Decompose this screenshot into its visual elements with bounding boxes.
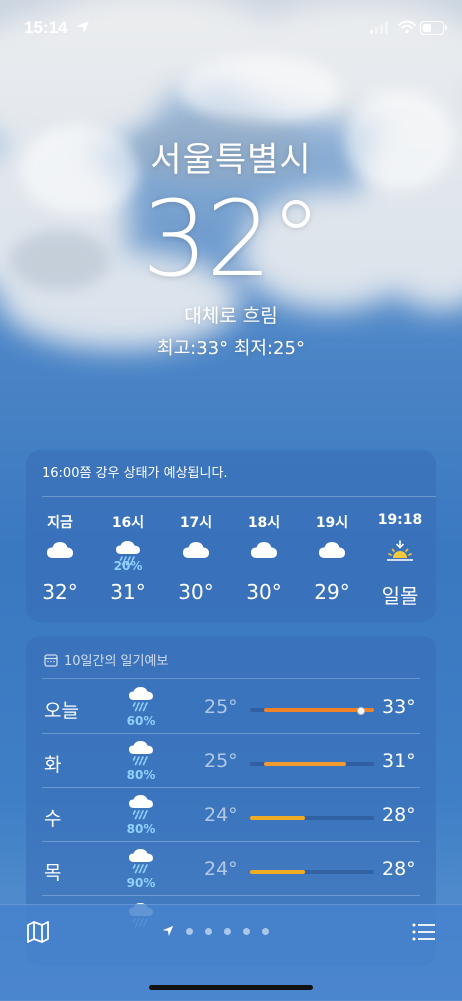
hour-temperature: 31° — [110, 580, 146, 604]
hourly-item: 16시 20% 31° — [94, 512, 162, 612]
map-icon[interactable] — [26, 921, 50, 943]
hour-temperature: 30° — [246, 580, 282, 604]
page-dot[interactable] — [262, 927, 269, 935]
hourly-forecast-card[interactable]: 16:00쯤 강우 상태가 예상됩니다. 지금 32° 16시 20% 31° 17시 30… — [26, 450, 436, 622]
temperature-range-bar — [250, 816, 374, 820]
hour-label: 18시 — [247, 515, 281, 531]
page-dot[interactable] — [186, 927, 193, 935]
day-label: 오늘 — [44, 700, 79, 722]
hour-temperature: 30° — [178, 580, 214, 604]
page-dot[interactable] — [224, 927, 231, 935]
cloud-rain-icon — [128, 740, 154, 770]
divider — [42, 496, 436, 497]
page-indicator[interactable] — [162, 925, 269, 937]
current-temperature: 32° — [141, 178, 322, 300]
high-temperature: 33° — [382, 696, 416, 718]
hour-label: 지금 — [47, 515, 73, 531]
day-label: 수 — [44, 808, 62, 830]
hourly-item: 19:18 일몰 — [366, 512, 434, 612]
current-weather: 서울특별시 32° 대체로 흐림 최고:33° 최저:25° — [0, 132, 462, 360]
page-dot[interactable] — [243, 927, 250, 935]
hour-label: 16시 — [111, 515, 145, 531]
precip-chance: 20% — [113, 559, 143, 573]
current-temp-dot — [357, 707, 366, 715]
hourly-item: 지금 32° — [26, 512, 94, 612]
temperature-range-fill — [250, 870, 306, 874]
home-indicator — [149, 985, 313, 990]
location-arrow-icon — [77, 21, 89, 33]
high-temperature: 28° — [382, 858, 416, 880]
city-name: 서울특별시 — [150, 140, 312, 180]
daily-row[interactable]: 화 80% 25° 31° — [26, 734, 436, 788]
temperature-range-fill — [263, 762, 347, 766]
location-arrow-icon[interactable] — [162, 925, 174, 937]
high-temperature: 31° — [382, 750, 416, 772]
cloud-rain-icon — [128, 848, 154, 878]
city-list-icon[interactable] — [412, 922, 436, 942]
hour-label: 19시 — [315, 515, 349, 531]
hour-label: 19:18 — [377, 512, 423, 528]
daily-row[interactable]: 목 90% 24° 28° — [26, 842, 436, 896]
battery-icon — [420, 21, 447, 35]
daily-row[interactable]: 오늘 60% 25° 33° — [26, 680, 436, 734]
temperature-range-fill — [250, 816, 306, 820]
low-temperature: 25° — [204, 696, 238, 718]
divider — [42, 678, 420, 679]
daily-header: 10일간의 일기예보 — [44, 650, 168, 669]
current-condition: 대체로 흐림 — [184, 305, 278, 327]
day-label: 목 — [44, 862, 62, 884]
cloud-icon — [182, 540, 210, 564]
status-bar: 15:14 — [0, 18, 462, 42]
sunset-icon — [386, 540, 414, 568]
low-temperature: 25° — [204, 750, 238, 772]
temperature-range-bar — [250, 870, 374, 874]
cloud-rain-icon — [128, 794, 154, 824]
cloud-rain-icon — [128, 686, 154, 716]
hourly-item: 19시 29° — [298, 512, 366, 612]
temperature-range-bar — [250, 762, 374, 766]
cloud-icon — [46, 540, 74, 564]
hourly-summary: 16:00쯤 강우 상태가 예상됩니다. — [42, 466, 228, 481]
daily-row[interactable]: 수 80% 24° 28° — [26, 788, 436, 842]
daily-header-label: 10일간의 일기예보 — [64, 654, 169, 669]
hour-temperature: 일몰 — [381, 584, 419, 608]
hour-temperature: 29° — [314, 580, 350, 604]
hour-label: 17시 — [179, 515, 213, 531]
precip-chance: 80% — [126, 768, 156, 782]
hourly-item: 17시 30° — [162, 512, 230, 612]
high-temperature: 28° — [382, 804, 416, 826]
cloud-icon — [318, 540, 346, 564]
cellular-signal-icon — [370, 22, 388, 34]
hourly-list[interactable]: 지금 32° 16시 20% 31° 17시 30° 18시 30° 19시 29° 19:18 일몰 — [26, 512, 436, 612]
status-time: 15:14 — [24, 18, 68, 37]
temperature-range-bar — [250, 707, 374, 715]
precip-chance: 60% — [126, 714, 156, 728]
bottom-toolbar — [0, 904, 462, 1001]
precip-chance: 80% — [126, 822, 156, 836]
calendar-icon — [44, 653, 58, 667]
day-label: 화 — [44, 754, 62, 776]
hourly-item: 18시 30° — [230, 512, 298, 612]
cloud-icon — [250, 540, 278, 564]
low-temperature: 24° — [204, 804, 238, 826]
wifi-icon — [398, 20, 416, 34]
high-low: 최고:33° 최저:25° — [157, 338, 305, 359]
low-temperature: 24° — [204, 858, 238, 880]
hour-temperature: 32° — [42, 580, 78, 604]
page-dot[interactable] — [205, 927, 212, 935]
precip-chance: 90% — [126, 876, 156, 890]
